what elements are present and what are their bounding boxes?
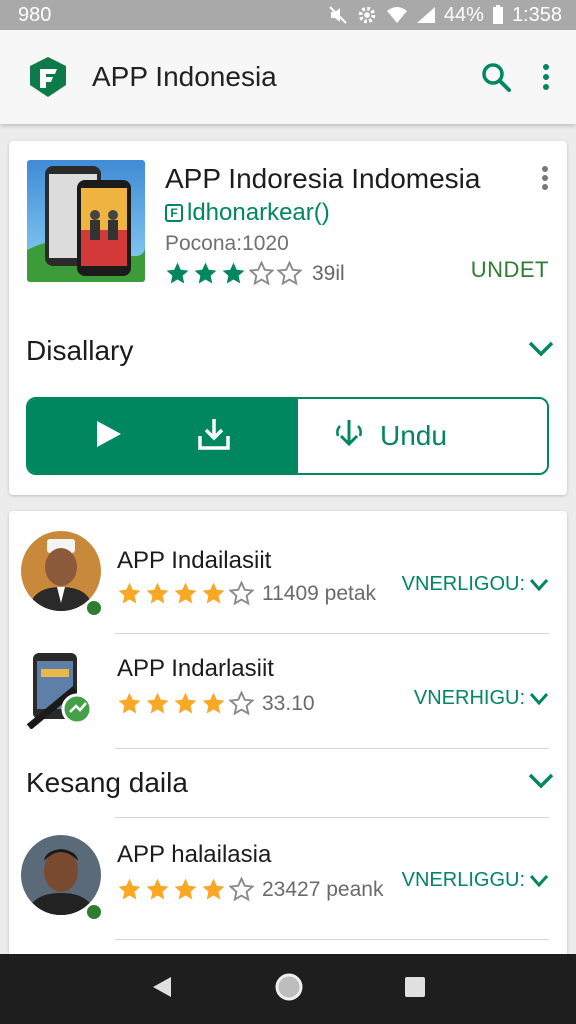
star-filled-icon [146, 582, 169, 604]
install-label: Undu [380, 420, 447, 451]
more-vert-icon[interactable] [542, 63, 550, 91]
item-title: APP halailasia [117, 841, 272, 868]
wifi-icon [386, 6, 408, 24]
star-empty-icon [249, 261, 274, 286]
signal-icon [416, 6, 436, 24]
featured-rating: 39il [165, 261, 345, 286]
chevron-down-icon[interactable] [528, 341, 554, 362]
star-filled-icon [222, 262, 245, 284]
list-item[interactable]: APP Indailasiit 11409 petak VNERLIGOU: [9, 523, 567, 623]
status-icons: 44% 1:358 [328, 4, 562, 27]
item-badge[interactable]: VNERHIGU: [414, 687, 549, 710]
play-button[interactable] [95, 419, 123, 454]
mute-icon [328, 5, 348, 25]
verified-badge-icon [85, 903, 103, 921]
app-title: APP Indonesia [92, 61, 277, 92]
star-rating [165, 261, 302, 286]
star-empty-icon [277, 261, 302, 286]
list-item[interactable]: APP Indarlasiit 33.10 VNERHIGU: [9, 639, 567, 739]
shield-logo-icon [30, 57, 66, 97]
app-list-card: APP Indailasiit 11409 petak VNERLIGOU: A… [9, 511, 567, 971]
card-more-icon[interactable] [541, 165, 549, 196]
back-button[interactable] [149, 974, 175, 1005]
star-empty-icon [229, 581, 254, 606]
star-filled-icon [146, 878, 169, 900]
developer-row[interactable]: F ldhonarkear() [165, 199, 330, 227]
star-filled-icon [174, 878, 197, 900]
star-filled-icon [202, 878, 225, 900]
divider [115, 748, 549, 749]
star-filled-icon [202, 582, 225, 604]
section-disallary[interactable]: Disallary [26, 335, 554, 366]
section-title: Kesang daila [26, 767, 188, 798]
app-icon [26, 649, 97, 730]
download-button[interactable] [196, 416, 232, 457]
featured-app-card[interactable]: APP Indoresia Indomesia F ldhonarkear() … [9, 141, 567, 495]
action-primary [28, 399, 298, 473]
item-count: 33.10 [262, 691, 315, 715]
item-badge[interactable]: VNERLIGOU: [402, 573, 549, 596]
recents-button[interactable] [403, 975, 427, 1004]
star-filled-icon [118, 692, 141, 714]
battery-percent: 44% [443, 3, 484, 26]
install-icon [332, 416, 366, 457]
star-rating [117, 581, 254, 606]
star-empty-icon [229, 877, 254, 902]
search-icon[interactable] [480, 61, 512, 93]
item-badge-label: VNERLIGGU: [401, 869, 525, 891]
chevron-down-icon [529, 874, 549, 887]
item-badge-label: VNERHIGU: [413, 687, 525, 709]
star-rating [117, 877, 254, 902]
section-title: Disallary [26, 335, 134, 366]
item-badge-label: VNERLIGOU: [401, 573, 525, 595]
item-title: APP Indarlasiit [117, 655, 274, 682]
install-button[interactable]: Undu [298, 399, 547, 473]
item-rating: 23427 peank [117, 877, 383, 902]
nav-bar [0, 954, 576, 1024]
gear-icon [356, 4, 378, 26]
developer-badge-icon: F [165, 204, 183, 222]
app-bar: APP Indonesia [0, 30, 576, 124]
item-badge[interactable]: VNERLIGGU: [402, 869, 549, 892]
star-filled-icon [146, 692, 169, 714]
item-title: APP Indailasiit [117, 547, 272, 574]
star-filled-icon [194, 262, 217, 284]
item-count: 23427 peank [262, 877, 384, 901]
status-bar: 980 44% 1:358 [0, 0, 576, 30]
app-thumbnail [27, 160, 145, 282]
item-rating: 33.10 [117, 691, 315, 716]
star-filled-icon [202, 692, 225, 714]
chevron-down-icon [529, 578, 549, 591]
battery-icon [492, 5, 504, 25]
featured-app-name: APP Indoresia Indomesia [165, 163, 481, 194]
status-time: 1:358 [511, 3, 562, 26]
star-filled-icon [118, 878, 141, 900]
item-count: 11409 petak [262, 581, 377, 605]
chevron-down-icon [529, 692, 549, 705]
divider [115, 939, 549, 940]
verified-badge-icon [85, 599, 103, 617]
home-button[interactable] [274, 972, 304, 1007]
chevron-down-icon[interactable] [528, 773, 554, 794]
star-rating [117, 691, 254, 716]
developer-name: ldhonarkear() [187, 199, 330, 226]
list-item[interactable]: APP halailasia 23427 peank VNERLIGGU: [9, 827, 567, 927]
star-filled-icon [118, 582, 141, 604]
star-filled-icon [174, 582, 197, 604]
rating-count: 39il [312, 261, 345, 285]
divider [115, 817, 549, 818]
status-badge: UNDET [470, 257, 549, 282]
action-bar: Undu [26, 397, 549, 475]
star-filled-icon [174, 692, 197, 714]
section-kesang-daila[interactable]: Kesang daila [26, 767, 554, 799]
divider [115, 633, 549, 634]
star-empty-icon [229, 691, 254, 716]
star-filled-icon [166, 262, 189, 284]
status-left-text: 980 [18, 3, 52, 26]
featured-meta: Pocona:1020 [165, 232, 289, 255]
item-rating: 11409 petak [117, 581, 376, 606]
